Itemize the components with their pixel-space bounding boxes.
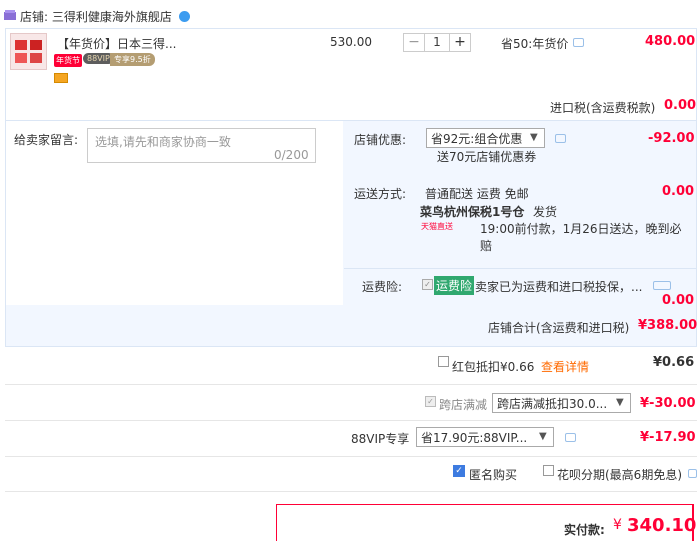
unit-price: 530.00 (330, 35, 372, 49)
shop-icon (4, 10, 16, 20)
promo-chat-icon[interactable] (573, 38, 584, 47)
shop-discount-select[interactable]: 省92元:组合优惠 (426, 128, 545, 148)
shipping-warehouse: 菜鸟杭州保税1号仓 (420, 205, 525, 219)
product-thumbnail[interactable] (10, 33, 47, 70)
chevron-down-icon: ▼ (530, 132, 538, 143)
qty-increase-button[interactable]: + (449, 33, 471, 52)
huabei-label: 花呗分期(最高6期免息) (557, 468, 682, 482)
insurance-badge: 运费险 (434, 276, 475, 295)
insurance-chat-icon[interactable] (653, 281, 671, 290)
shipping-time: 19:00前付款，1月26日送达，晚到必赔 (480, 222, 682, 253)
cross-store-label: 跨店满减 (439, 398, 488, 412)
chevron-down-icon: ▼ (539, 431, 547, 442)
vip-label: 88VIP专享 (351, 432, 410, 446)
hongbao-checkbox[interactable] (438, 356, 449, 367)
vip-select[interactable]: 省17.90元:88VIP... (416, 427, 554, 447)
shipping-label: 运送方式: (354, 187, 407, 201)
item-promo: 省50:年货价 (501, 37, 569, 51)
huabei-chat-icon[interactable] (688, 469, 697, 478)
message-count: 0/200 (274, 148, 309, 162)
shop-discount-value: -92.00 (648, 131, 695, 146)
nianhuo-badge: 年货节 (54, 54, 82, 67)
chevron-down-icon: ▼ (616, 397, 624, 408)
tax-label: 进口税(含运费税款) (550, 101, 656, 115)
hongbao-value: ¥0.66 (653, 355, 695, 370)
payment-currency: ¥ (613, 517, 622, 533)
shop-name[interactable]: 店铺: 三得利健康海外旗舰店 (20, 8, 172, 25)
cross-store-value: ¥-30.00 (640, 396, 696, 411)
anonymous-checkbox[interactable]: ✓ (453, 465, 465, 477)
tmall-direct-logo: 天猫直送 (421, 222, 453, 231)
payment-total: 340.10 (627, 515, 697, 536)
shop-discount-desc: 送70元店铺优惠券 (437, 150, 537, 164)
divider (5, 491, 697, 492)
item-subtotal: 480.00 (645, 34, 696, 49)
insurance-value: 0.00 (662, 293, 695, 308)
shipping-warehouse-send: 发货 (533, 205, 558, 219)
vip-value: ¥-17.90 (640, 430, 696, 445)
divider (344, 268, 696, 269)
huabei-checkbox[interactable] (543, 465, 554, 476)
qty-input[interactable]: 1 (425, 33, 449, 52)
tax-value: 0.00 (664, 98, 697, 113)
chat-icon[interactable] (179, 11, 190, 22)
shop-total-value: ¥388.00 (638, 318, 697, 333)
insurance-text: 卖家已为运费和进口税投保，... (475, 280, 643, 294)
hongbao-detail-link[interactable]: 查看详情 (541, 358, 589, 375)
cross-store-select[interactable]: 跨店满减抵扣30.0... (492, 393, 631, 413)
divider (5, 384, 697, 385)
cross-store-checkbox[interactable]: ✓ (425, 396, 436, 407)
vip-chat-icon[interactable] (565, 433, 576, 442)
card-icon (54, 73, 68, 83)
shipping-method: 普通配送 运费 免邮 (425, 187, 529, 201)
insurance-label: 运费险: (362, 280, 403, 294)
vip-discount-badge: 专享9.5折 (110, 53, 155, 66)
payment-label: 实付款: (564, 523, 605, 537)
insurance-checkbox[interactable]: ✓ (422, 279, 433, 290)
discount-chat-icon[interactable] (555, 134, 566, 143)
shop-discount-label: 店铺优惠: (354, 133, 407, 147)
shipping-value: 0.00 (662, 184, 695, 199)
product-title[interactable]: 【年货价】日本三得... (57, 35, 176, 52)
shop-total-label: 店铺合计(含运费和进口税) (488, 321, 630, 335)
anonymous-label: 匿名购买 (469, 468, 518, 482)
divider (5, 456, 697, 457)
hongbao-label: 红包抵扣¥0.66 (452, 360, 535, 374)
divider (5, 420, 697, 421)
message-label: 给卖家留言: (14, 133, 79, 147)
qty-decrease-button[interactable]: − (403, 33, 425, 52)
